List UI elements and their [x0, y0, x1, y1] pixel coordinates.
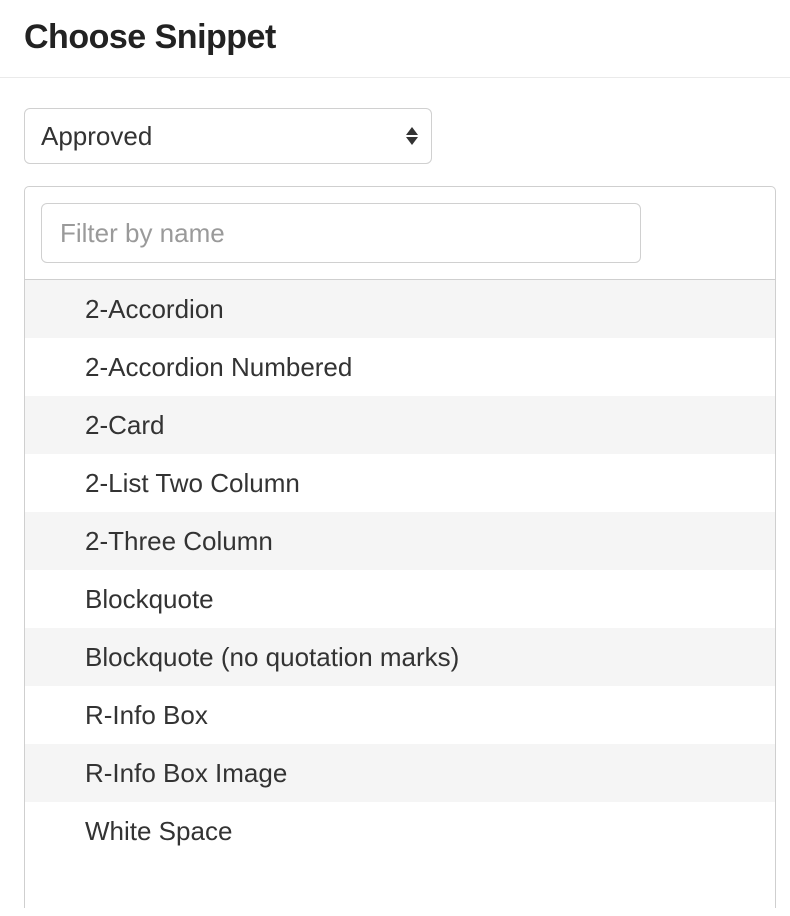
list-item-label: 2-List Two Column — [85, 468, 300, 499]
list-item[interactable]: Blockquote — [25, 570, 775, 628]
list-item-label: 2-Accordion — [85, 294, 224, 325]
list-item-label: Blockquote (no quotation marks) — [85, 642, 459, 673]
list-item[interactable]: 2-List Two Column — [25, 454, 775, 512]
filter-area — [25, 187, 775, 279]
list-item[interactable]: 2-Accordion — [25, 280, 775, 338]
panel-trailing-space — [25, 860, 775, 908]
list-item-label: 2-Card — [85, 410, 164, 441]
list-item-label: 2-Accordion Numbered — [85, 352, 352, 383]
filter-input[interactable] — [41, 203, 641, 263]
list-item-label: R-Info Box — [85, 700, 208, 731]
dialog-title: Choose Snippet — [24, 18, 766, 57]
list-item[interactable]: 2-Accordion Numbered — [25, 338, 775, 396]
list-item[interactable]: R-Info Box Image — [25, 744, 775, 802]
list-item[interactable]: White Space — [25, 802, 775, 860]
list-item-label: Blockquote — [85, 584, 214, 615]
list-item[interactable]: 2-Three Column — [25, 512, 775, 570]
list-item-label: R-Info Box Image — [85, 758, 287, 789]
list-item[interactable]: Blockquote (no quotation marks) — [25, 628, 775, 686]
list-item-label: White Space — [85, 816, 232, 847]
status-select[interactable]: Approved — [24, 108, 432, 164]
dialog-header: Choose Snippet — [0, 0, 790, 78]
status-select-wrapper: Approved — [24, 108, 432, 164]
list-item[interactable]: R-Info Box — [25, 686, 775, 744]
dialog-content: Approved 2-Accordion 2-Accordion Numbere… — [0, 78, 790, 908]
snippet-list: 2-Accordion 2-Accordion Numbered 2-Card … — [25, 279, 775, 860]
snippet-panel: 2-Accordion 2-Accordion Numbered 2-Card … — [24, 186, 776, 908]
list-item[interactable]: 2-Card — [25, 396, 775, 454]
list-item-label: 2-Three Column — [85, 526, 273, 557]
